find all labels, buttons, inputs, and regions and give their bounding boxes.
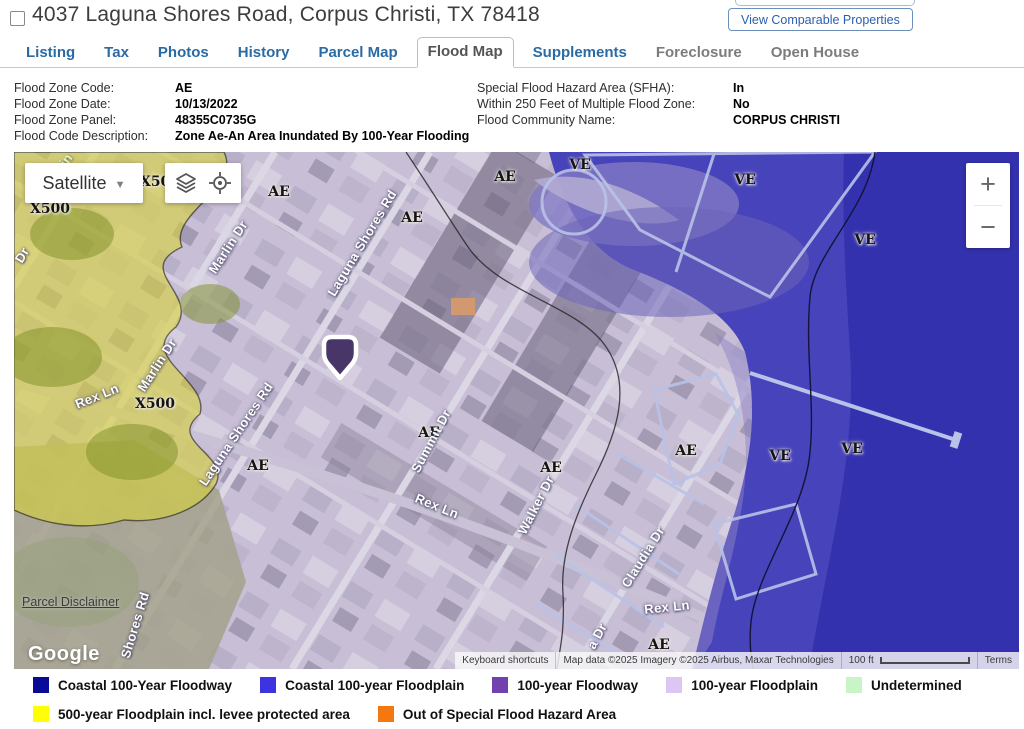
page-header: 4037 Laguna Shores Road, Corpus Christi,…: [0, 0, 1024, 36]
legend-label: Coastal 100-year Floodplain: [285, 678, 464, 693]
flood-info-panel: Flood Zone Code: AE Flood Zone Date: 10/…: [0, 80, 1024, 150]
legend-row: Coastal 100-Year Floodway Coastal 100-ye…: [0, 676, 1024, 694]
map-data-attribution: Map data ©2025 Imagery ©2025 Airbus, Max…: [556, 652, 840, 669]
map-type-selector[interactable]: Satellite ▼: [25, 163, 143, 203]
info-value: 48355C0735G: [175, 112, 256, 128]
chevron-down-icon: ▼: [115, 179, 126, 191]
info-row: Flood Community Name: CORPUS CHRISTI: [477, 112, 1017, 128]
map-scale: 100 ft: [842, 652, 977, 669]
legend-item: Coastal 100-Year Floodway: [33, 677, 232, 693]
legend-color-swatch: [378, 706, 394, 722]
terms-link[interactable]: Terms: [978, 652, 1019, 669]
tab-item[interactable]: History: [228, 39, 300, 67]
info-value: 10/13/2022: [175, 96, 238, 112]
tab-item[interactable]: Parcel Map: [308, 39, 407, 67]
info-value: Zone Ae-An Area Inundated By 100-Year Fl…: [175, 128, 469, 144]
legend-label: 100-year Floodway: [517, 678, 638, 693]
info-row: Flood Code Description: Zone Ae-An Area …: [14, 128, 474, 144]
legend-color-swatch: [33, 677, 49, 693]
info-label: Flood Community Name:: [477, 112, 733, 128]
flood-info-left-column: Flood Zone Code: AE Flood Zone Date: 10/…: [14, 80, 474, 144]
legend-item: Coastal 100-year Floodplain: [260, 677, 464, 693]
legend-item: 100-year Floodplain: [666, 677, 818, 693]
page-title: 4037 Laguna Shores Road, Corpus Christi,…: [32, 3, 540, 27]
tab-item[interactable]: Listing: [16, 39, 85, 67]
zoom-out-button[interactable]: −: [966, 206, 1010, 248]
view-comparable-properties-button[interactable]: View Comparable Properties: [728, 8, 913, 31]
flood-legend: Coastal 100-Year Floodway Coastal 100-ye…: [0, 676, 1024, 723]
map-scale-bar: [880, 657, 970, 664]
legend-label: 500-year Floodplain incl. levee protecte…: [58, 707, 350, 722]
tab-item[interactable]: Tax: [94, 39, 139, 67]
tab-item[interactable]: Photos: [148, 39, 219, 67]
info-label: Flood Zone Code:: [14, 80, 175, 96]
zoom-control: + −: [966, 163, 1010, 248]
tab-list: Listing Tax Photos History Parcel Map Fl…: [0, 38, 1024, 67]
zoom-in-button[interactable]: +: [966, 163, 1010, 205]
legend-color-swatch: [492, 677, 508, 693]
legend-color-swatch: [846, 677, 862, 693]
layers-icon[interactable]: [174, 171, 198, 195]
legend-row: 500-year Floodplain incl. levee protecte…: [0, 705, 1024, 723]
legend-color-swatch: [33, 706, 49, 722]
info-label: Within 250 Feet of Multiple Flood Zone:: [477, 96, 733, 112]
legend-color-swatch: [260, 677, 276, 693]
info-value: No: [733, 96, 750, 112]
legend-item: Undetermined: [846, 677, 962, 693]
flood-map[interactable]: AE AE AE AE AE AE AE AE VE VE VE VE: [14, 152, 1019, 669]
legend-label: Coastal 100-Year Floodway: [58, 678, 232, 693]
map-scale-label: 100 ft: [849, 655, 874, 666]
info-label: Special Flood Hazard Area (SFHA):: [477, 80, 733, 96]
info-label: Flood Zone Panel:: [14, 112, 175, 128]
google-logo[interactable]: Google: [28, 643, 100, 666]
flood-info-right-column: Special Flood Hazard Area (SFHA): In Wit…: [477, 80, 1017, 128]
legend-label: Undetermined: [871, 678, 962, 693]
info-label: Flood Code Description:: [14, 128, 175, 144]
legend-label: Out of Special Flood Hazard Area: [403, 707, 616, 722]
info-row: Flood Zone Panel: 48355C0735G: [14, 112, 474, 128]
tab-item[interactable]: Supplements: [523, 39, 637, 67]
info-value: AE: [175, 80, 192, 96]
tab-item[interactable]: Open House: [761, 39, 869, 67]
tab-bar: Listing Tax Photos History Parcel Map Fl…: [0, 38, 1024, 68]
map-type-label: Satellite: [43, 173, 107, 194]
legend-item: Out of Special Flood Hazard Area: [378, 706, 616, 722]
legend-color-swatch: [666, 677, 682, 693]
info-row: Flood Zone Date: 10/13/2022: [14, 96, 474, 112]
info-row: Special Flood Hazard Area (SFHA): In: [477, 80, 1017, 96]
property-flood-page: 4037 Laguna Shores Road, Corpus Christi,…: [0, 0, 1024, 729]
info-value: In: [733, 80, 744, 96]
info-value: CORPUS CHRISTI: [733, 112, 840, 128]
map-tools: [165, 163, 241, 203]
map-satellite-canvas[interactable]: [14, 152, 1019, 669]
tab-item[interactable]: Foreclosure: [646, 39, 752, 67]
tab-item[interactable]: Flood Map: [417, 37, 514, 68]
info-row: Flood Zone Code: AE: [14, 80, 474, 96]
parcel-disclaimer-link[interactable]: Parcel Disclaimer: [22, 595, 119, 609]
my-location-icon[interactable]: [208, 171, 232, 195]
legend-item: 100-year Floodway: [492, 677, 638, 693]
map-attribution-bar: Keyboard shortcuts Map data ©2025 Imager…: [455, 652, 1019, 669]
legend-label: 100-year Floodplain: [691, 678, 818, 693]
cropped-button-top: [735, 0, 915, 6]
keyboard-shortcuts-link[interactable]: Keyboard shortcuts: [455, 652, 555, 669]
info-label: Flood Zone Date:: [14, 96, 175, 112]
legend-item: 500-year Floodplain incl. levee protecte…: [33, 706, 350, 722]
property-checkbox[interactable]: [10, 11, 25, 26]
info-row: Within 250 Feet of Multiple Flood Zone: …: [477, 96, 1017, 112]
